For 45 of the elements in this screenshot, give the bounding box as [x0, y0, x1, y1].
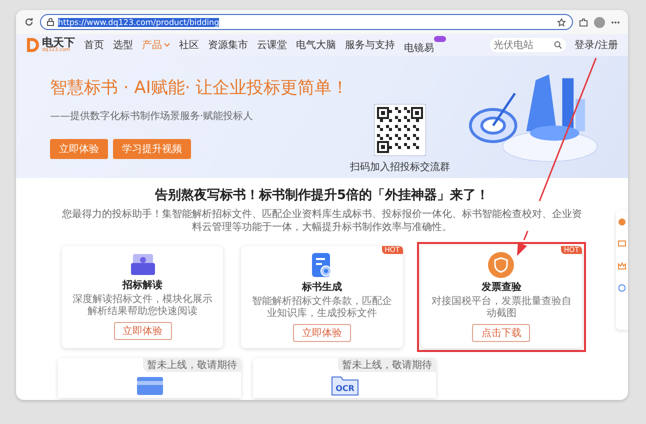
logo-icon [26, 37, 40, 53]
login-link[interactable]: 登录/注册 [574, 38, 618, 52]
coming-soon-ribbon: 暂未上线，敬请期待 [143, 358, 241, 372]
shield-icon [488, 252, 514, 278]
address-bar[interactable]: https://www.dq123.com/product/bidding [40, 14, 573, 30]
more-icon[interactable] [611, 20, 620, 24]
nav-link[interactable]: 电镜易 [404, 36, 446, 54]
search-field[interactable]: 光伏电站 [490, 38, 566, 52]
card-title: 发票查验 [481, 280, 522, 294]
ocr-folder-icon: OCR [330, 374, 358, 396]
nav-link[interactable]: 选型 [113, 38, 133, 52]
nav-link[interactable]: 首页 [84, 38, 104, 52]
cloud-tray-icon [130, 252, 156, 276]
nav-link[interactable]: 资源集市 [208, 38, 248, 52]
nav-link[interactable]: 云课堂 [257, 38, 287, 52]
qr-caption: 扫码加入招投标交流群 [350, 160, 450, 174]
card-title: 标书生成 [302, 280, 342, 294]
card-description: 对接国税平台，发票批量查验自动截图 [430, 296, 572, 320]
card-icon [136, 376, 164, 396]
hero-subtitle: ——提供数字化标书制作场景服务·赋能投标人 [50, 110, 254, 123]
logo-text: 电天下 [42, 37, 75, 48]
card-description: 智能解析招标文件条款，匹配企业知识库，生成投标文件 [250, 296, 393, 320]
nav-link[interactable]: 电气大脑 [296, 38, 336, 52]
card-button[interactable]: 立即体验 [114, 322, 172, 340]
card-description: 深度解读招标文件，模块化展示解析结果帮助您快速阅读 [72, 294, 214, 318]
avatar-icon[interactable] [594, 16, 605, 28]
card-button[interactable]: 立即体验 [292, 324, 351, 342]
search-icon[interactable] [554, 41, 562, 49]
card-button[interactable]: 点击下载 [472, 324, 530, 342]
section-intro: 您最得力的投标助手！集智能解析招标文件、匹配企业资料库生成标书、投标报价一体化、标书智能检查校对、企业资料云管理等功能于一体，大幅提升标书制作效率与准确性。 [61, 208, 583, 234]
hero-title: 智慧标书 · AI赋能· 让企业投标更简单！ [50, 77, 340, 99]
document-target-icon [310, 252, 333, 278]
nav-link[interactable]: 社区 [179, 38, 199, 52]
section-heading: 告别熬夜写标书！标书制作提升5倍的「外挂神器」来了！ [154, 186, 490, 204]
card-title: 招标解读 [122, 278, 163, 292]
coming-soon-ribbon: 暂未上线，敬请期待 [338, 358, 436, 372]
star-icon[interactable] [557, 18, 566, 26]
new-badge [434, 36, 446, 42]
caret-icon [164, 43, 170, 47]
qr-code [374, 104, 426, 156]
lock-icon [47, 18, 54, 26]
url-text: https://www.dq123.com/product/bidding [58, 18, 220, 26]
puzzle-icon[interactable] [579, 18, 588, 26]
nav-link[interactable]: 服务与支持 [345, 38, 395, 52]
reload-icon[interactable] [24, 17, 34, 27]
